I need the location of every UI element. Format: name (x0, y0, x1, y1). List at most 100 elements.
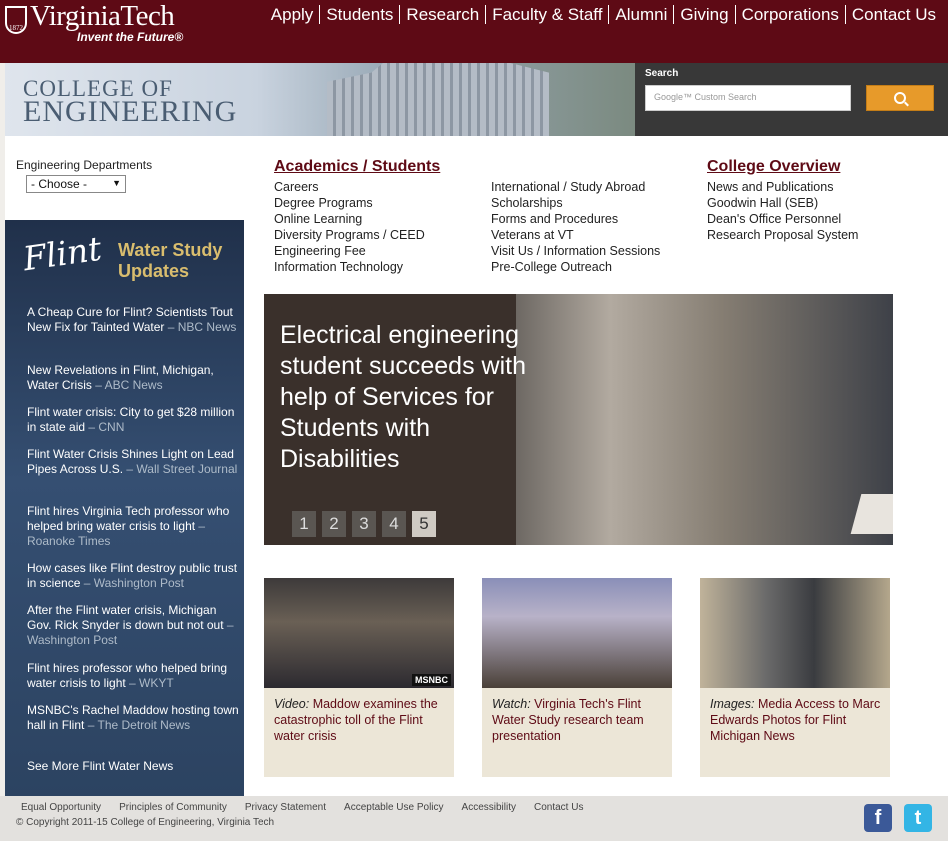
news-source: – Washington Post (80, 576, 184, 590)
slide-page-3[interactable]: 3 (352, 511, 376, 537)
chevron-down-icon: ▼ (112, 178, 121, 188)
nav-corporations[interactable]: Corporations (734, 5, 845, 24)
news-item: Flint hires Virginia Tech professor who … (27, 504, 239, 549)
news-card[interactable]: Images: Media Access to Marc Edwards Pho… (700, 578, 890, 777)
card-text: Video: Maddow examines the catastrophic … (274, 696, 449, 744)
list-item[interactable]: Degree Programs (274, 195, 425, 211)
search-panel: Search Google™ Custom Search (635, 63, 948, 136)
academics-heading[interactable]: Academics / Students (274, 158, 440, 176)
card-prefix: Video: (274, 697, 310, 711)
logo-tagline: Invent the Future® (77, 30, 184, 44)
nav-apply[interactable]: Apply (265, 5, 320, 24)
list-item[interactable]: International / Study Abroad (491, 179, 660, 195)
copyright: © Copyright 2011-15 College of Engineeri… (16, 817, 275, 828)
list-item[interactable]: Pre-College Outreach (491, 259, 660, 275)
footer: Equal Opportunity Principles of Communit… (0, 796, 948, 841)
news-link[interactable]: Flint water crisis: City to get $28 mill… (27, 405, 234, 434)
news-source: – Wall Street Journal (123, 462, 238, 476)
slide-page-4[interactable]: 4 (382, 511, 406, 537)
book-image (850, 494, 893, 534)
facebook-icon[interactable]: f (864, 804, 892, 832)
academics-list-1: Careers Degree Programs Online Learning … (274, 179, 425, 275)
nav-students[interactable]: Students (319, 5, 399, 24)
news-source: – NBC News (164, 320, 237, 334)
slider-pager: 1 2 3 4 5 (292, 511, 442, 537)
search-input[interactable]: Google™ Custom Search (645, 85, 851, 111)
list-item[interactable]: Veterans at VT (491, 227, 660, 243)
list-item[interactable]: Careers (274, 179, 425, 195)
flint-water-panel: Flint Water Study Updates A Cheap Cure f… (5, 220, 244, 797)
flint-logo: Flint (20, 228, 104, 279)
footer-links: Equal Opportunity Principles of Communit… (21, 802, 601, 813)
footer-acceptable-use[interactable]: Acceptable Use Policy (344, 802, 444, 813)
card-image (482, 578, 672, 688)
footer-equal-opportunity[interactable]: Equal Opportunity (21, 802, 101, 813)
footer-privacy[interactable]: Privacy Statement (245, 802, 326, 813)
news-card[interactable]: Watch: Virginia Tech's Flint Water Study… (482, 578, 672, 777)
slide-page-2[interactable]: 2 (322, 511, 346, 537)
footer-contact[interactable]: Contact Us (534, 802, 583, 813)
nav-giving[interactable]: Giving (673, 5, 734, 24)
search-label: Search (645, 68, 679, 79)
virginia-tech-logo[interactable]: 1872 VirginiaTech Invent the Future® (5, 0, 205, 46)
news-source: – ABC News (91, 378, 163, 392)
more-flint-news-link[interactable]: See More Flint Water News (27, 759, 173, 773)
footer-accessibility[interactable]: Accessibility (462, 802, 516, 813)
top-nav: Apply Students Research Faculty & Staff … (265, 5, 942, 24)
building-image (327, 63, 549, 136)
overview-list: News and Publications Goodwin Hall (SEB)… (707, 179, 858, 243)
academics-list-2: International / Study Abroad Scholarship… (491, 179, 660, 275)
list-item[interactable]: Scholarships (491, 195, 660, 211)
college-banner[interactable]: COLLEGE OF ENGINEERING (5, 63, 635, 136)
slide-caption[interactable]: Electrical engineering student succeeds … (280, 320, 550, 475)
shield-icon: 1872 (5, 6, 27, 34)
list-item[interactable]: Engineering Fee (274, 243, 425, 259)
list-item[interactable]: Research Proposal System (707, 227, 858, 243)
overview-heading[interactable]: College Overview (707, 158, 840, 176)
nav-faculty-staff[interactable]: Faculty & Staff (485, 5, 608, 24)
search-button[interactable] (866, 85, 934, 111)
news-item: Flint Water Crisis Shines Light on Lead … (27, 447, 239, 477)
list-item[interactable]: Diversity Programs / CEED (274, 227, 425, 243)
list-item[interactable]: News and Publications (707, 179, 858, 195)
footer-principles[interactable]: Principles of Community (119, 802, 227, 813)
news-source: – The Detroit News (84, 718, 191, 732)
logo-name: VirginiaTech (30, 0, 175, 32)
card-image: MSNBC (264, 578, 454, 688)
card-prefix: Watch: (492, 697, 531, 711)
list-item[interactable]: Goodwin Hall (SEB) (707, 195, 858, 211)
card-text: Images: Media Access to Marc Edwards Pho… (710, 696, 885, 744)
list-item[interactable]: Online Learning (274, 211, 425, 227)
list-item[interactable]: Forms and Procedures (491, 211, 660, 227)
card-text: Watch: Virginia Tech's Flint Water Study… (492, 696, 667, 744)
nav-research[interactable]: Research (399, 5, 485, 24)
top-bar: 1872 VirginiaTech Invent the Future® App… (0, 0, 948, 63)
news-source: – WKYT (125, 676, 174, 690)
nav-alumni[interactable]: Alumni (608, 5, 673, 24)
msnbc-badge: MSNBC (412, 674, 451, 686)
slide-photo (516, 294, 893, 545)
slide-page-5[interactable]: 5 (412, 511, 436, 537)
card-image (700, 578, 890, 688)
news-item: New Revelations in Flint, Michigan, Wate… (27, 363, 239, 393)
slide-page-1[interactable]: 1 (292, 511, 316, 537)
departments-select-value: - Choose - (31, 177, 88, 191)
news-item: A Cheap Cure for Flint? Scientists Tout … (27, 305, 239, 335)
nav-contact-us[interactable]: Contact Us (844, 5, 942, 24)
twitter-icon[interactable]: t (904, 804, 932, 832)
news-card[interactable]: MSNBC Video: Maddow examines the catastr… (264, 578, 454, 777)
news-item: MSNBC's Rachel Maddow hosting town hall … (27, 703, 239, 733)
news-item: After the Flint water crisis, Michigan G… (27, 603, 239, 648)
news-link[interactable]: After the Flint water crisis, Michigan G… (27, 603, 224, 632)
news-item: How cases like Flint destroy public trus… (27, 561, 239, 591)
news-item: Flint hires professor who helped bring w… (27, 661, 239, 691)
news-item: Flint water crisis: City to get $28 mill… (27, 405, 239, 435)
list-item[interactable]: Visit Us / Information Sessions (491, 243, 660, 259)
list-item[interactable]: Dean's Office Personnel (707, 211, 858, 227)
departments-label: Engineering Departments (16, 158, 153, 172)
departments-select[interactable]: - Choose - ▼ (26, 175, 126, 193)
feature-slider[interactable]: Electrical engineering student succeeds … (264, 294, 893, 545)
list-item[interactable]: Information Technology (274, 259, 425, 275)
flint-title: Water Study Updates (118, 240, 223, 281)
card-prefix: Images: (710, 697, 755, 711)
